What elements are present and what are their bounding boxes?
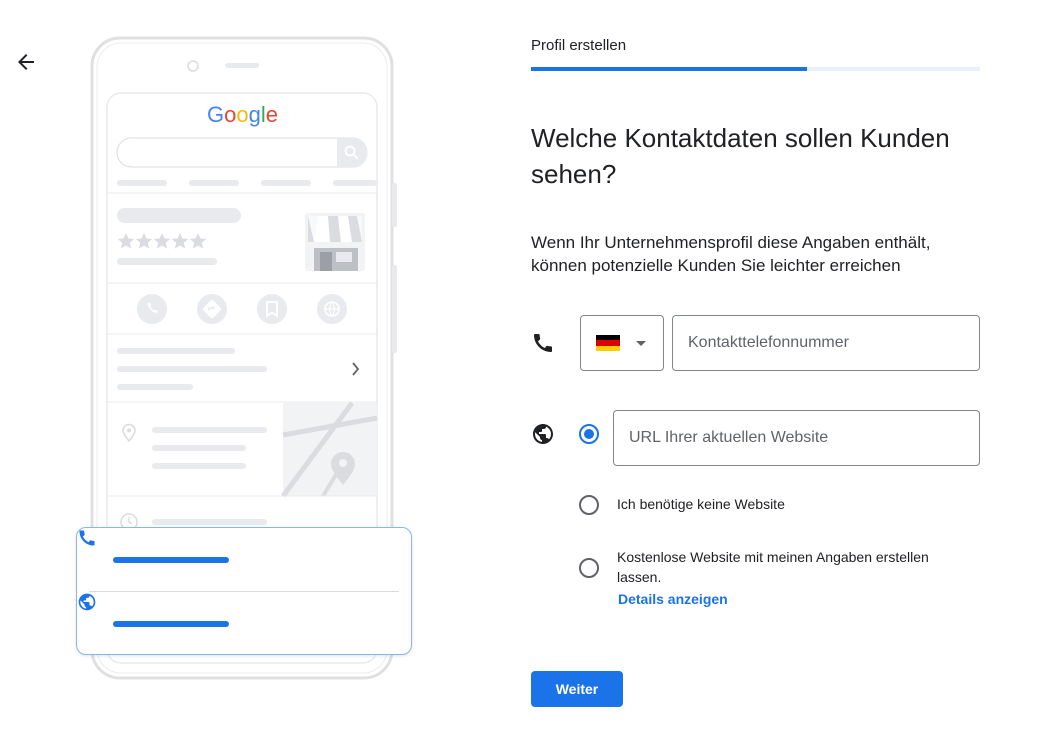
back-button[interactable] — [12, 48, 40, 76]
map-thumbnail — [280, 401, 378, 498]
phone-placeholder-bar — [113, 557, 229, 563]
phone-icon — [79, 530, 95, 546]
details-link[interactable]: Details anzeigen — [618, 591, 728, 607]
phone-number-input[interactable] — [672, 315, 980, 371]
globe-icon — [533, 424, 553, 444]
radio-free-website[interactable] — [579, 558, 599, 578]
dropdown-caret-icon — [636, 340, 646, 346]
country-code-select[interactable] — [580, 315, 664, 371]
no-website-label[interactable]: Ich benötige keine Website — [617, 494, 785, 514]
phone-icon — [534, 334, 552, 352]
storefront-image — [305, 213, 365, 271]
globe-icon — [78, 593, 96, 611]
page-title: Welche Kontaktdaten sollen Kunden sehen? — [531, 123, 950, 189]
svg-text:Google: Google — [207, 102, 278, 127]
page-subtitle: Wenn Ihr Unternehmensprofil diese Angabe… — [531, 233, 931, 275]
website-url-input[interactable] — [613, 410, 980, 466]
next-button[interactable]: Weiter — [531, 671, 623, 707]
phone-illustration: Google — [70, 30, 420, 690]
website-placeholder-bar — [113, 621, 229, 627]
radio-no-website[interactable] — [579, 495, 599, 515]
arrow-back-icon — [18, 54, 34, 70]
contact-phone-row — [77, 528, 411, 592]
contact-info-card — [76, 527, 412, 655]
progress-bar — [531, 67, 980, 71]
contact-website-row — [77, 592, 411, 656]
google-logo: Google — [207, 102, 278, 127]
radio-existing-website[interactable] — [579, 424, 599, 444]
step-label: Profil erstellen — [531, 37, 627, 54]
germany-flag-icon — [596, 335, 620, 351]
progress-bar-fill — [531, 67, 807, 71]
free-website-label[interactable]: Kostenlose Website mit meinen Angaben er… — [617, 547, 952, 587]
